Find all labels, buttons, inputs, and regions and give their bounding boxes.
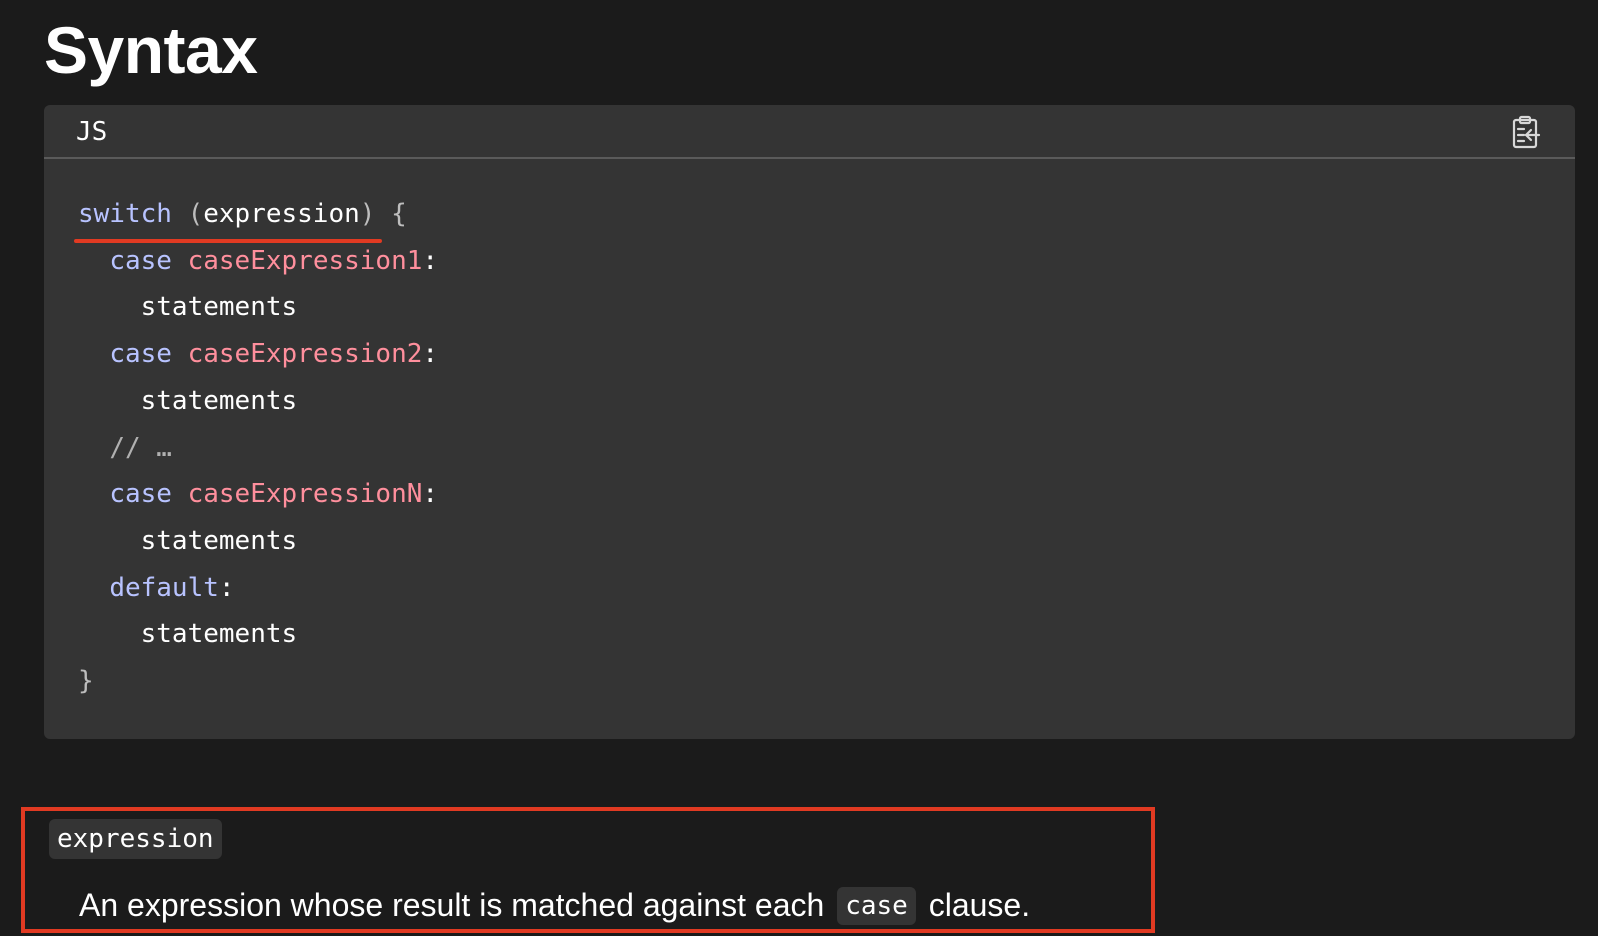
code-line-6: // … bbox=[109, 432, 172, 463]
code-line-9: default: bbox=[109, 572, 235, 603]
page-title: Syntax bbox=[44, 13, 258, 87]
code-block: JS switch (expression) { case caseExpres… bbox=[44, 105, 1575, 739]
code-line-11: } bbox=[78, 666, 94, 697]
definition-highlight-box: expression An expression whose result is… bbox=[21, 807, 1155, 933]
code-line-2: case caseExpression1: bbox=[109, 245, 439, 276]
copy-to-clipboard-button[interactable] bbox=[1507, 113, 1545, 151]
definition-term: expression bbox=[49, 819, 222, 859]
code-line-10: statements bbox=[140, 619, 298, 650]
code-content: switch (expression) { case caseExpressio… bbox=[78, 191, 438, 705]
code-line-4: case caseExpression2: bbox=[109, 339, 439, 370]
code-line-7: case caseExpressionN: bbox=[109, 479, 439, 510]
code-language-label: JS bbox=[76, 117, 108, 147]
code-line-5: statements bbox=[140, 385, 298, 416]
clipboard-copy-icon bbox=[1512, 115, 1541, 149]
code-line-3: statements bbox=[140, 292, 298, 323]
code-line-1: switch (expression) { bbox=[78, 199, 407, 229]
definition-description: An expression whose result is matched ag… bbox=[79, 887, 1031, 925]
highlight-underline bbox=[74, 239, 382, 243]
code-block-header: JS bbox=[44, 105, 1575, 159]
inline-code-case: case bbox=[837, 887, 916, 925]
code-line-8: statements bbox=[140, 525, 298, 556]
